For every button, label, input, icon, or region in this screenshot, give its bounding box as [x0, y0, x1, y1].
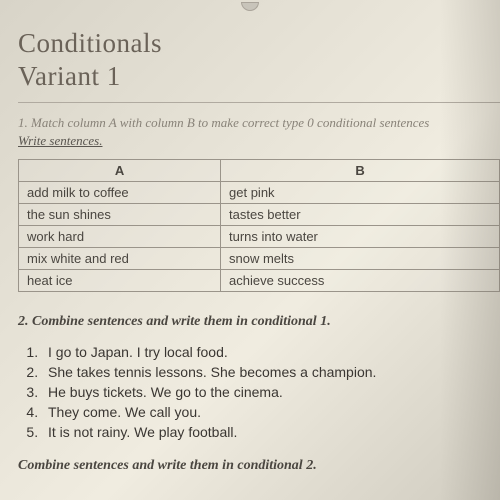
cell-b: achieve success [221, 270, 500, 292]
exercise3-heading: Combine sentences and write them in cond… [18, 458, 500, 474]
table-row: heat ice achieve success [19, 270, 500, 292]
cell-b: tastes better [221, 204, 500, 226]
match-table: A B add milk to coffee get pink the sun … [18, 159, 500, 292]
table-header-row: A B [19, 160, 500, 182]
col-a-header: A [19, 160, 221, 182]
table-row: work hard turns into water [19, 226, 500, 248]
cell-a: heat ice [19, 270, 221, 292]
cell-a: the sun shines [19, 204, 221, 226]
list-item: She takes tennis lessons. She becomes a … [42, 364, 500, 380]
exercise1-write: Write sentences. [18, 133, 500, 149]
table-row: mix white and red snow melts [19, 248, 500, 270]
exercise2-heading: 2. Combine sentences and write them in c… [18, 314, 500, 330]
table-row: add milk to coffee get pink [19, 182, 500, 204]
list-item: They come. We call you. [42, 404, 500, 420]
cell-a: add milk to coffee [19, 182, 221, 204]
divider [18, 102, 500, 103]
binder-hole [241, 2, 259, 11]
exercise1-instruction: 1. Match column A with column B to make … [18, 115, 500, 131]
cell-b: turns into water [221, 226, 500, 248]
cell-b: get pink [221, 182, 500, 204]
cell-a: work hard [19, 226, 221, 248]
cell-b: snow melts [221, 248, 500, 270]
list-item: He buys tickets. We go to the cinema. [42, 384, 500, 400]
exercise2-list: I go to Japan. I try local food. She tak… [42, 344, 500, 440]
page-title: Conditionals [18, 28, 500, 59]
cell-a: mix white and red [19, 248, 221, 270]
list-item: It is not rainy. We play football. [42, 424, 500, 440]
table-row: the sun shines tastes better [19, 204, 500, 226]
page-subtitle: Variant 1 [18, 61, 500, 92]
col-b-header: B [221, 160, 500, 182]
list-item: I go to Japan. I try local food. [42, 344, 500, 360]
